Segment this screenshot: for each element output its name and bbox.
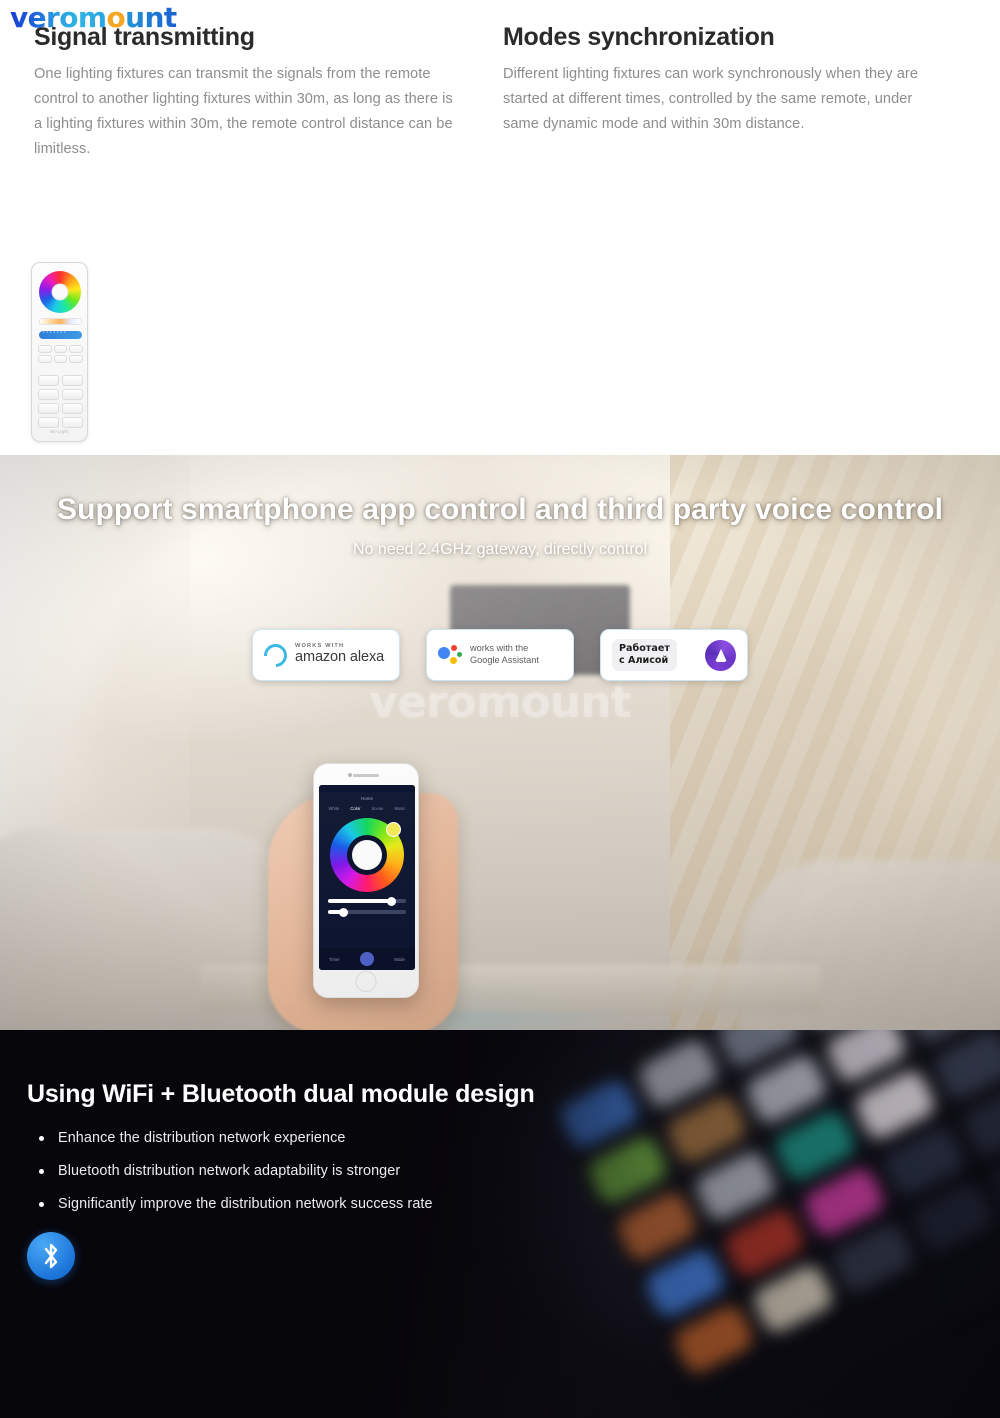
remote-pad-key <box>62 403 83 414</box>
app-timer-button[interactable]: Timer <box>329 957 340 962</box>
remote-key <box>53 345 68 353</box>
cct-slider-bar <box>39 318 82 325</box>
remote-key <box>38 345 52 353</box>
brightness-slider[interactable] <box>328 896 406 906</box>
section-app-and-voice-control: Support smartphone app control and third… <box>0 455 1000 1030</box>
body-signal-transmitting: One lighting fixtures can transmit the s… <box>34 66 453 158</box>
phone-status-bar <box>319 785 415 792</box>
remote-key <box>53 355 68 363</box>
remote-zone-keys <box>38 345 84 365</box>
remote-key <box>69 345 84 353</box>
veromount-logo: veromount <box>10 4 177 32</box>
alice-label-line1: Работает <box>619 643 670 655</box>
app-color-wheel[interactable] <box>330 818 404 892</box>
app-power-button[interactable] <box>360 952 375 966</box>
phone-speaker-grille <box>353 774 379 777</box>
tab-color[interactable]: Color <box>350 806 360 811</box>
remote-key <box>69 355 84 363</box>
bullet-item: Enhance the distribution network experie… <box>36 1130 433 1146</box>
alice-label-line2: с Алисой <box>619 655 669 666</box>
tab-scene[interactable]: Scene <box>372 806 384 811</box>
bullet-item: Bluetooth distribution network adaptabil… <box>36 1163 433 1179</box>
remote-pad-row <box>38 389 83 400</box>
saturation-slider[interactable] <box>328 907 406 917</box>
logo-text-m: m <box>77 1 107 34</box>
remote-key-row <box>38 345 84 353</box>
remote-pad-row <box>38 403 83 414</box>
color-wheel-handle[interactable] <box>386 822 401 837</box>
badge-amazon-alexa[interactable]: WORKS WITH amazon alexa <box>252 629 400 681</box>
bluetooth-icon <box>27 1232 75 1280</box>
body-modes-synchronization: Different lighting fixtures can work syn… <box>503 66 919 133</box>
remote-pad-key <box>62 375 83 386</box>
bullet-item: Significantly improve the distribution n… <box>36 1196 433 1212</box>
column-signal-transmitting: Signal transmitting One lighting fixture… <box>0 22 485 162</box>
veromount-watermark: veromount <box>369 677 631 728</box>
bluetooth-glyph <box>44 1243 58 1269</box>
smartphone-device: Home White Color Scene Music Timer Mode <box>313 763 419 998</box>
remote-pad-row <box>38 375 83 386</box>
voice-assistant-badges: WORKS WITH amazon alexa works with the G… <box>0 629 1000 681</box>
app-tab-bar: White Color Scene Music <box>319 804 415 815</box>
logo-text-vero: vero <box>10 1 78 34</box>
app-nav-title: Home <box>360 795 373 801</box>
badge-google-assistant[interactable]: works with the Google Assistant <box>426 629 574 681</box>
signal-flow-diagram: Mi-Light Lighting Fixtures Signal transm… <box>0 252 1000 637</box>
alexa-ring-icon <box>259 638 292 672</box>
heading-modes-synchronization: Modes synchronization <box>503 23 775 51</box>
column-modes-synchronization: Modes synchronization Different lighting… <box>485 22 970 162</box>
logo-text-o: o <box>106 1 126 34</box>
remote-numeric-pad <box>38 375 83 431</box>
section-wifi-bluetooth: Using WiFi + Bluetooth dual module desig… <box>0 1030 1000 1418</box>
remote-pad-key <box>38 375 59 386</box>
google-works-with-label: works with the <box>470 643 529 654</box>
remote-pad-row <box>38 417 83 428</box>
remote-pad-key <box>62 417 83 428</box>
section-three-title: Using WiFi + Bluetooth dual module desig… <box>27 1080 535 1108</box>
tab-white[interactable]: White <box>329 806 340 811</box>
alice-logo-icon <box>705 639 736 671</box>
remote-control-device: Mi-Light <box>31 262 88 442</box>
app-bottom-bar: Timer Mode <box>319 948 415 970</box>
google-badge-text: works with the Google Assistant <box>470 643 539 667</box>
alexa-brand-label: amazon alexa <box>295 649 385 666</box>
google-assistant-dots-icon <box>438 644 462 666</box>
color-wheel-icon <box>38 271 81 313</box>
brightness-slider-bar <box>39 329 82 339</box>
section-two-title: Support smartphone app control and third… <box>56 493 944 526</box>
remote-key <box>38 355 52 363</box>
feature-bullet-list: Enhance the distribution network experie… <box>36 1130 433 1229</box>
app-mode-button[interactable]: Mode <box>394 957 404 962</box>
remote-pad-key <box>62 389 83 400</box>
section-signal-transmitting: veromount Signal transmitting One lighti… <box>0 0 1000 637</box>
phone-camera-icon <box>348 773 352 777</box>
remote-brand-label: Mi-Light <box>50 429 69 434</box>
feature-text-columns: Signal transmitting One lighting fixture… <box>0 22 1000 162</box>
google-dot-blue <box>438 647 450 659</box>
google-dot-green <box>457 652 462 657</box>
product-feature-page: veromount Signal transmitting One lighti… <box>0 0 1000 1418</box>
phone-screen: Home White Color Scene Music Timer Mode <box>319 785 415 970</box>
google-assistant-label: Google Assistant <box>470 655 539 665</box>
remote-pad-key <box>38 417 59 428</box>
alexa-badge-text: WORKS WITH amazon alexa <box>295 644 384 665</box>
badge-yandex-alice[interactable]: Работает с Алисой <box>600 629 748 681</box>
remote-pad-key <box>38 403 59 414</box>
brightness-slider-handle[interactable] <box>387 896 397 906</box>
remote-key-row <box>38 355 84 363</box>
alice-badge-text: Работает с Алисой <box>612 639 677 671</box>
phone-home-button[interactable] <box>355 971 377 992</box>
remote-pad-key <box>38 389 59 400</box>
section-two-subtitle: No need 2.4GHz gateway, directly control <box>352 541 648 558</box>
tab-music[interactable]: Music <box>394 806 405 811</box>
saturation-slider-handle[interactable] <box>338 907 348 917</box>
google-dot-yellow <box>450 657 457 664</box>
logo-text-unt: unt <box>125 1 177 34</box>
google-dot-red <box>451 645 457 651</box>
